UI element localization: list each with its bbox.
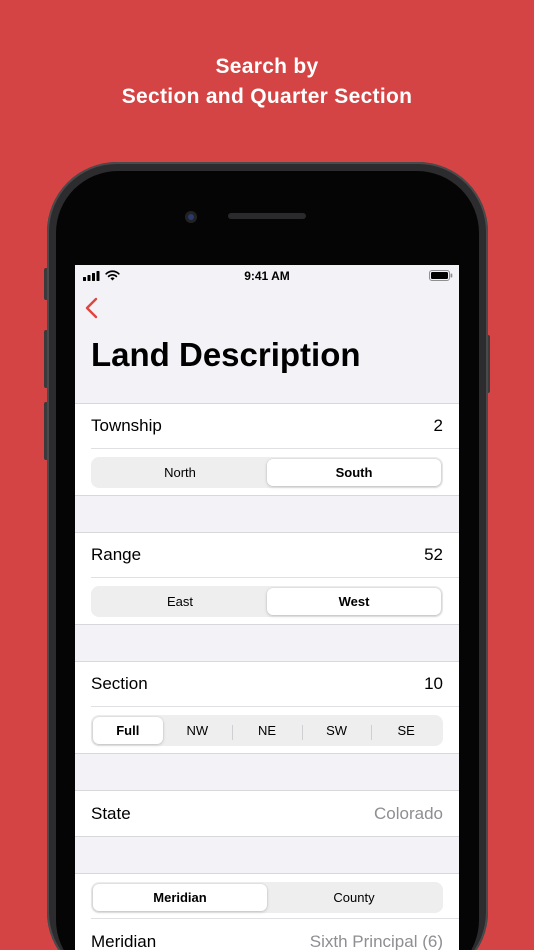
front-camera	[185, 211, 197, 223]
promo-line-1: Search by	[215, 55, 319, 78]
section-value: 10	[424, 674, 443, 693]
back-chevron-icon[interactable]	[84, 297, 100, 319]
quarter-section-row: Full NW NE SW SE	[75, 707, 459, 753]
range-direction-row: East West	[75, 578, 459, 624]
page-title: Land Description	[91, 336, 361, 373]
status-bar: 9:41 AM	[75, 265, 459, 287]
segment-se[interactable]: SE	[371, 717, 441, 744]
quarter-section-control: Full NW NE SW SE	[91, 715, 443, 746]
township-direction-control: North South	[91, 457, 443, 488]
range-direction-control: East West	[91, 586, 443, 617]
status-time: 9:41 AM	[244, 269, 290, 283]
range-value: 52	[424, 545, 443, 564]
township-group: Township 2 North South	[75, 403, 459, 496]
segment-nw[interactable]: NW	[163, 717, 233, 744]
app-screen: 9:41 AM Land Description Township 2 Nort…	[75, 265, 459, 950]
range-label: Range	[91, 545, 142, 564]
township-direction-row: North South	[75, 449, 459, 495]
township-row[interactable]: Township 2	[91, 404, 459, 449]
state-value: Colorado	[374, 803, 443, 823]
segment-west[interactable]: West	[267, 588, 441, 615]
meridian-value: Sixth Principal (6)	[309, 931, 443, 950]
township-label: Township	[91, 416, 162, 435]
meridian-group: Meridian County Meridian Sixth Principal…	[75, 873, 459, 950]
promo-line-2: Section and Quarter Section	[121, 85, 413, 108]
battery-icon	[429, 270, 453, 281]
lookup-type-control: Meridian County	[91, 882, 443, 913]
segment-south[interactable]: South	[267, 459, 441, 486]
lookup-type-row: Meridian County	[91, 874, 459, 919]
state-row[interactable]: State Colorado	[91, 791, 459, 836]
segment-meridian[interactable]: Meridian	[93, 884, 267, 911]
meridian-label: Meridian	[91, 931, 157, 950]
segment-county[interactable]: County	[267, 884, 441, 911]
promo-headline: Search by Section and Quarter Section	[0, 52, 534, 112]
section-row[interactable]: Section 10	[91, 662, 459, 707]
segment-sw[interactable]: SW	[301, 717, 372, 744]
segment-east[interactable]: East	[93, 588, 267, 615]
township-value: 2	[433, 416, 443, 435]
range-row[interactable]: Range 52	[91, 533, 459, 578]
navigation-bar	[75, 287, 459, 325]
segment-north[interactable]: North	[93, 459, 267, 486]
section-label: Section	[91, 674, 148, 693]
state-group: State Colorado	[75, 790, 459, 837]
section-group: Section 10 Full NW NE SW SE	[75, 661, 459, 754]
segment-full[interactable]: Full	[93, 717, 163, 744]
segment-ne[interactable]: NE	[232, 717, 302, 744]
range-group: Range 52 East West	[75, 532, 459, 625]
state-label: State	[91, 803, 131, 823]
earpiece-speaker	[228, 213, 306, 219]
meridian-row[interactable]: Meridian Sixth Principal (6)	[91, 919, 459, 950]
